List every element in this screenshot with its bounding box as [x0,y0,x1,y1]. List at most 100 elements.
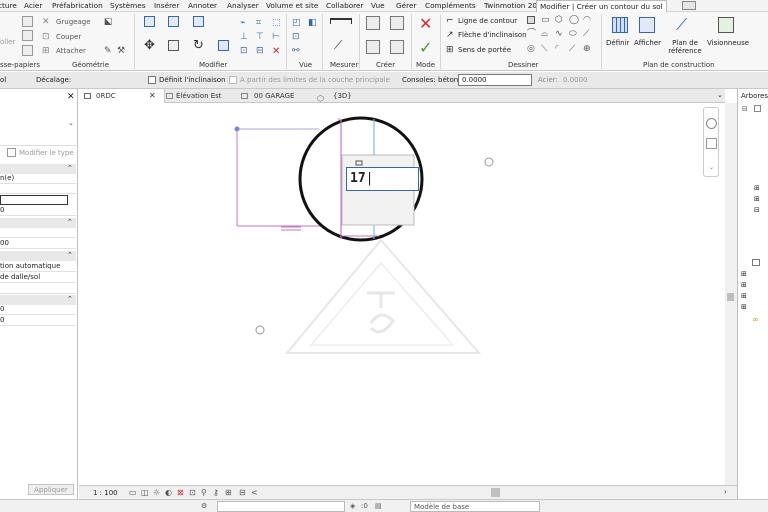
property-row[interactable]: de dalle/sol [0,273,76,283]
draw-line-icon[interactable] [527,16,535,24]
align-icon[interactable] [144,16,155,27]
draw-partial-ellipse-icon[interactable]: ◜ [555,45,566,56]
drawing-canvas[interactable]: 17| ⌄ [79,103,725,485]
temp-dimension-input[interactable]: 17| [346,167,419,191]
cut-profile-icon[interactable]: ◧ [308,18,319,29]
delete-icon[interactable]: ✕ [272,46,283,57]
analytical-model-icon[interactable]: ⊞ [225,488,232,497]
nav-dropdown-icon[interactable]: ⌄ [709,164,714,171]
tab-view-0rdc[interactable]: 0RDC ✕ [79,89,165,103]
draw-spline-icon[interactable]: ∿ [555,30,566,41]
show-work-plane-label[interactable]: Afficher [634,39,661,47]
draw-arc-icon[interactable]: ◠ [583,16,594,27]
detail-level-icon[interactable]: ▭ [129,488,137,497]
links-icon[interactable]: ∞ [752,315,759,324]
pin-icon[interactable]: ⊥ [240,32,251,43]
draw-tangent-arc-icon[interactable]: ⌒ [527,30,538,41]
show-work-plane-icon[interactable] [639,17,655,33]
reference-plane-icon[interactable]: ⟋ [676,17,692,33]
paint-icon[interactable]: ✎ [104,46,115,57]
steering-wheel-icon[interactable] [706,118,717,129]
properties-section-header[interactable]: ⌃ [0,295,76,305]
tab-volume-site[interactable]: Volume et site [266,1,318,10]
tab-modifier-contour-sol[interactable]: Modifier | Créer un contour du sol [536,0,667,12]
aligned-dimension-icon[interactable]: ⟋ [334,39,345,51]
horizontal-scrollbar-thumb[interactable] [491,488,500,497]
boundary-line-icon[interactable]: ⌐ [446,16,457,27]
vertical-scrollbar[interactable] [725,103,737,485]
span-direction-icon[interactable]: ⊞ [446,45,457,56]
split-gap-icon[interactable]: ⊡ [240,46,251,57]
shadows-icon[interactable]: ◐ [165,488,172,497]
property-row[interactable]: tion automatique [0,262,76,272]
property-row[interactable]: 00 [0,239,76,249]
properties-section-header[interactable]: ⌃ [0,218,76,228]
reveal-hidden-icon[interactable]: ⚷ [213,488,219,497]
copy-icon[interactable] [22,30,33,41]
cope-icon[interactable]: ✕ [42,17,53,28]
paste-button-label[interactable]: oller [0,38,15,46]
create-parts-icon[interactable] [390,40,404,54]
tree-expand-icon[interactable]: ⊞ [741,281,747,289]
pick-walls-icon[interactable]: ◎ [527,45,538,56]
draw-rectangle-icon[interactable]: ▭ [541,16,552,27]
tree-expand-icon[interactable]: ⊞ [741,270,747,278]
cut-geometry-label[interactable]: Couper [56,33,81,41]
slope-arrow-label[interactable]: Flèche d'inclinaison [458,31,527,39]
edit-type-button[interactable]: Modifier le type [19,149,74,157]
cut-geometry-icon[interactable]: ⊡ [42,32,53,43]
tree-node-icon[interactable] [754,105,761,112]
copy-element-icon[interactable] [168,40,179,51]
design-option-dropdown[interactable]: Modèle de base [410,501,540,512]
tab-inserer[interactable]: Insérer [154,1,179,10]
close-properties-icon[interactable]: ✕ [67,92,75,102]
tabs-overflow-icon[interactable]: ⌄ [717,91,723,99]
cantilever-concrete-input[interactable]: 0.0000 [458,74,532,86]
draw-pick-icon[interactable]: ⊕ [583,45,594,56]
override-graphics-icon[interactable]: ⊡ [292,32,303,43]
measure-between-icon[interactable] [330,18,352,24]
draw-polygon-icon[interactable]: ⬡ [555,16,566,27]
sun-path-icon[interactable]: ☼ [153,488,160,497]
tree-expand-icon[interactable]: ⊞ [754,195,760,203]
tab-analyser[interactable]: Analyser [227,1,259,10]
property-row[interactable]: n(e) [0,174,76,184]
split-face-icon[interactable]: ⚒ [117,46,128,57]
sketch-endpoint-grip[interactable] [234,126,240,132]
draw-fillet-arc-icon[interactable]: ⌓ [541,30,552,41]
property-row[interactable] [0,228,76,238]
design-options-icon[interactable]: ▤ [375,502,382,510]
draw-circle-icon[interactable]: ◯ [569,16,580,27]
cope-label[interactable]: Grugeage [56,18,91,26]
property-row[interactable] [0,184,76,194]
unpin-icon[interactable]: ⊤ [256,32,267,43]
tab-view-garage[interactable]: 00 GARAGE [241,89,313,103]
mirror-axis-icon[interactable] [193,16,204,27]
tree-expand-icon[interactable]: ⊞ [741,303,747,311]
viewer-label[interactable]: Visionneuse [707,39,749,47]
create-assembly-icon[interactable] [366,40,380,54]
view-scale[interactable]: 1 : 100 [93,489,118,497]
scrollbar-thumb[interactable] [727,293,734,301]
tree-collapse-icon[interactable]: ⊟ [742,105,748,113]
show-crop-icon[interactable]: ⊡ [189,488,196,497]
close-tab-icon[interactable]: ✕ [149,89,156,103]
legends-icon[interactable] [752,259,760,266]
property-row[interactable]: 0 [0,206,76,216]
set-work-plane-label[interactable]: Définir [606,39,629,47]
pick-lines-icon[interactable]: ⟋ [583,30,594,41]
join-label[interactable]: Attacher [56,47,86,55]
crop-view-icon[interactable]: ⊠ [177,488,184,497]
tree-expand-icon[interactable]: ⊞ [754,184,760,192]
finish-edit-mode-icon[interactable]: ✓ [419,40,434,56]
extend-core-checkbox[interactable] [229,76,237,84]
tab-acier[interactable]: Acier [24,1,42,10]
tab-view-elevation-est[interactable]: Élévation Est [166,89,241,103]
create-group-icon[interactable] [390,16,404,30]
cut-icon[interactable] [22,16,33,27]
reference-plane-label[interactable]: Plan de référence [663,39,707,55]
worksets-icon[interactable]: ⚙ [201,502,207,510]
trim-extend-icon[interactable] [218,40,229,51]
tab-systemes[interactable]: Systèmes [110,1,146,10]
property-row[interactable]: 0 [0,305,76,315]
